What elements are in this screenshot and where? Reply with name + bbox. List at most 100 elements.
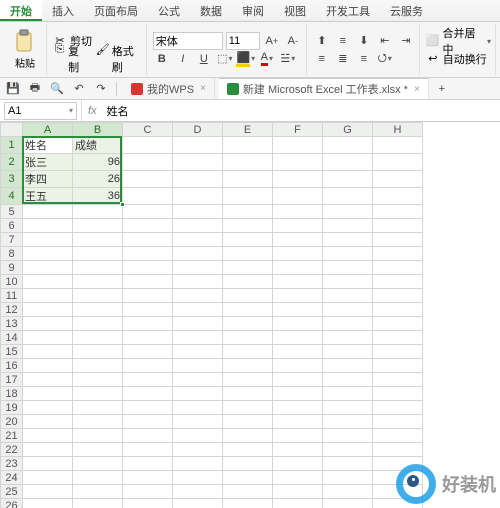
- cell[interactable]: [223, 415, 273, 429]
- cell[interactable]: [73, 373, 123, 387]
- cell[interactable]: [23, 275, 73, 289]
- cell[interactable]: [223, 303, 273, 317]
- cell[interactable]: [223, 289, 273, 303]
- cell[interactable]: 96: [73, 154, 123, 171]
- cell[interactable]: [123, 345, 173, 359]
- cell[interactable]: [23, 471, 73, 485]
- cell[interactable]: [123, 499, 173, 508]
- cell[interactable]: [273, 219, 323, 233]
- row-header[interactable]: 21: [1, 429, 23, 443]
- row-header[interactable]: 13: [1, 317, 23, 331]
- align-left-button[interactable]: ≡: [313, 50, 331, 68]
- col-header[interactable]: E: [223, 123, 273, 137]
- cell[interactable]: [323, 485, 373, 499]
- cell[interactable]: [273, 289, 323, 303]
- cell[interactable]: [373, 275, 423, 289]
- cell[interactable]: [173, 359, 223, 373]
- cell[interactable]: [373, 443, 423, 457]
- row-header[interactable]: 3: [1, 171, 23, 188]
- cell[interactable]: 李四: [23, 171, 73, 188]
- cell[interactable]: [73, 415, 123, 429]
- tab-start[interactable]: 开始: [0, 0, 42, 21]
- row-header[interactable]: 7: [1, 233, 23, 247]
- row-header[interactable]: 26: [1, 499, 23, 508]
- cell[interactable]: [123, 137, 173, 154]
- select-all-corner[interactable]: [1, 123, 23, 137]
- align-middle-button[interactable]: ≡: [334, 32, 352, 50]
- tab-dev[interactable]: 开发工具: [316, 0, 380, 21]
- row-header[interactable]: 23: [1, 457, 23, 471]
- col-header[interactable]: A: [23, 123, 73, 137]
- font-color-button[interactable]: A: [258, 50, 276, 68]
- row-header[interactable]: 15: [1, 345, 23, 359]
- cell[interactable]: [73, 247, 123, 261]
- cell[interactable]: [73, 429, 123, 443]
- cell[interactable]: [73, 261, 123, 275]
- cell[interactable]: [323, 233, 373, 247]
- cell[interactable]: [123, 205, 173, 219]
- cell[interactable]: [373, 137, 423, 154]
- cell[interactable]: [23, 485, 73, 499]
- bold-button[interactable]: B: [153, 50, 171, 68]
- doc-tab-wps[interactable]: 我的WPS ×: [123, 78, 215, 99]
- cell[interactable]: [23, 303, 73, 317]
- copy-button[interactable]: ⎘复制: [53, 43, 89, 75]
- cell[interactable]: [373, 345, 423, 359]
- cell[interactable]: [73, 233, 123, 247]
- cell[interactable]: [73, 401, 123, 415]
- row-header[interactable]: 25: [1, 485, 23, 499]
- cell[interactable]: [123, 171, 173, 188]
- cell[interactable]: [323, 359, 373, 373]
- cell[interactable]: [323, 247, 373, 261]
- tab-insert[interactable]: 插入: [42, 0, 84, 21]
- cell[interactable]: [373, 359, 423, 373]
- row-header[interactable]: 16: [1, 359, 23, 373]
- cell[interactable]: [223, 485, 273, 499]
- cell[interactable]: [323, 471, 373, 485]
- cell[interactable]: [373, 205, 423, 219]
- cell[interactable]: [73, 219, 123, 233]
- cell[interactable]: [123, 359, 173, 373]
- cell[interactable]: [273, 205, 323, 219]
- cell[interactable]: [223, 359, 273, 373]
- cell[interactable]: [323, 154, 373, 171]
- cell[interactable]: [23, 443, 73, 457]
- row-header[interactable]: 17: [1, 373, 23, 387]
- cell[interactable]: 成绩: [73, 137, 123, 154]
- tab-review[interactable]: 审阅: [232, 0, 274, 21]
- align-top-button[interactable]: ⬆: [313, 32, 331, 50]
- cell[interactable]: [23, 247, 73, 261]
- cell[interactable]: [223, 275, 273, 289]
- cell[interactable]: [123, 415, 173, 429]
- cell[interactable]: [173, 137, 223, 154]
- cell[interactable]: [23, 219, 73, 233]
- row-header[interactable]: 6: [1, 219, 23, 233]
- cell[interactable]: [173, 499, 223, 508]
- cell[interactable]: [173, 219, 223, 233]
- cell[interactable]: [223, 205, 273, 219]
- cell[interactable]: [223, 457, 273, 471]
- spreadsheet-grid[interactable]: ABCDEFGH1姓名成绩2张三963李四264王五36567891011121…: [0, 122, 423, 508]
- cell[interactable]: [273, 345, 323, 359]
- cell[interactable]: [73, 457, 123, 471]
- cell[interactable]: [223, 219, 273, 233]
- cell[interactable]: [123, 317, 173, 331]
- cell[interactable]: [173, 415, 223, 429]
- cell[interactable]: [173, 345, 223, 359]
- cell[interactable]: 姓名: [23, 137, 73, 154]
- cell[interactable]: [323, 188, 373, 205]
- cell[interactable]: [373, 317, 423, 331]
- cell[interactable]: [123, 485, 173, 499]
- cell[interactable]: [373, 331, 423, 345]
- cell[interactable]: [173, 233, 223, 247]
- cell[interactable]: [123, 331, 173, 345]
- tab-cloud[interactable]: 云服务: [380, 0, 433, 21]
- cell[interactable]: [123, 188, 173, 205]
- cell[interactable]: [373, 303, 423, 317]
- paste-button[interactable]: 粘贴: [8, 29, 42, 70]
- cell[interactable]: [123, 261, 173, 275]
- fill-color-button[interactable]: ⬛: [237, 50, 255, 68]
- cell[interactable]: [323, 219, 373, 233]
- cell[interactable]: [323, 205, 373, 219]
- row-header[interactable]: 12: [1, 303, 23, 317]
